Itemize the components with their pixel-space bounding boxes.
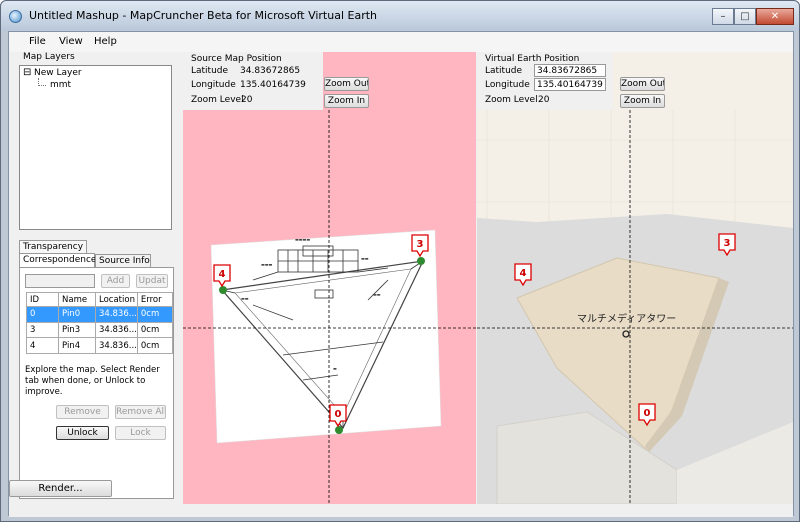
svg-text:0: 0 (335, 409, 342, 420)
svg-text:▬▬▬▬: ▬▬▬▬ (295, 237, 310, 242)
menu-file[interactable]: File (29, 36, 46, 47)
cell-location: 34.836... (95, 321, 138, 339)
cell-id: 0 (26, 306, 59, 323)
cell-error: 0cm (136, 321, 174, 339)
client-area: File View Help Map Layers ⊟ New Layer mm… (8, 31, 794, 517)
table-row[interactable]: 3 Pin3 34.836... 0cm (26, 321, 174, 339)
source-zoom-value: 20 (241, 95, 253, 105)
left-panel: Map Layers ⊟ New Layer mmt Transparency … (9, 52, 182, 517)
svg-text:▬▬: ▬▬ (361, 256, 369, 261)
source-position-title: Source Map Position (191, 54, 282, 64)
menu-help[interactable]: Help (94, 36, 117, 47)
virtual-earth-map-canvas[interactable]: マルチメディアタワー 4 3 0 (477, 110, 793, 504)
correspondence-table: ID Name Location Error 0 Pin0 34.836... … (26, 292, 174, 354)
status-bar (9, 504, 793, 517)
pin-name-input[interactable] (25, 274, 95, 288)
cell-id: 4 (26, 337, 59, 354)
map-layers-heading: Map Layers (23, 52, 75, 62)
cell-location: 34.836... (95, 337, 138, 354)
source-map-pane: Source Map Position Latitude 34.83672865… (183, 52, 476, 504)
svg-text:3: 3 (724, 238, 731, 249)
cell-name: Pin4 (58, 337, 96, 354)
scanned-plan-sheet: ▬▬▬▬▬▬▬▬▬ ▬▬▬▬▬ (210, 229, 442, 444)
add-button[interactable]: Add (101, 274, 130, 288)
layer-tree[interactable]: ⊟ New Layer mmt (19, 65, 172, 230)
source-zoom-in-button[interactable]: Zoom In (324, 94, 369, 108)
earth-longitude-label: Longitude (485, 80, 530, 90)
building-label: マルチメディアタワー (577, 312, 676, 325)
close-button[interactable]: ✕ (756, 8, 794, 25)
earth-longitude-input[interactable]: 135.40164739 (534, 78, 606, 91)
virtual-earth-pane: Virtual Earth Position Latitude 34.83672… (477, 52, 793, 504)
source-longitude-value: 135.40164739 (237, 78, 312, 91)
svg-text:▬▬: ▬▬ (373, 292, 381, 297)
earth-zoom-label: Zoom Level (485, 95, 538, 105)
svg-text:0: 0 (644, 408, 651, 419)
source-longitude-label: Longitude (191, 80, 236, 90)
source-position-panel: Source Map Position Latitude 34.83672865… (183, 52, 323, 110)
update-button[interactable]: Updat (136, 274, 168, 288)
render-button[interactable]: Render... (9, 480, 112, 497)
column-header-location[interactable]: Location (95, 292, 138, 307)
svg-text:4: 4 (219, 269, 226, 280)
svg-text:▬: ▬ (333, 366, 337, 371)
title-bar: Untitled Mashup - MapCruncher Beta for M… (1, 1, 799, 44)
earth-latitude-label: Latitude (485, 66, 523, 76)
earth-zoom-out-button[interactable]: Zoom Out (620, 77, 665, 91)
tab-source-info[interactable]: Source Info (95, 254, 151, 268)
remove-button[interactable]: Remove (56, 405, 109, 419)
unlock-button[interactable]: Unlock (56, 426, 109, 440)
app-icon (9, 10, 22, 23)
table-row[interactable]: 4 Pin4 34.836... 0cm (26, 337, 174, 354)
tab-correspondences[interactable]: Correspondences (19, 253, 101, 268)
maximize-button[interactable]: □ (734, 8, 756, 25)
svg-text:4: 4 (520, 268, 527, 279)
column-header-name[interactable]: Name (58, 292, 96, 307)
cell-error: 0cm (136, 306, 174, 323)
svg-text:▬▬▬: ▬▬▬ (261, 262, 273, 267)
source-zoom-out-button[interactable]: Zoom Out (324, 77, 369, 91)
source-latitude-label: Latitude (191, 66, 229, 76)
source-map-canvas[interactable]: ▬▬▬▬▬▬▬▬▬ ▬▬▬▬▬ 4 3 0 (183, 110, 476, 504)
earth-latitude-input[interactable]: 34.83672865 (534, 64, 606, 77)
cell-location: 34.836... (95, 306, 138, 323)
tree-expander-icon[interactable]: ⊟ (23, 67, 31, 78)
window-title: Untitled Mashup - MapCruncher Beta for M… (29, 9, 378, 22)
tree-connector (38, 78, 46, 86)
help-text: Explore the map. Select Render tab when … (25, 365, 160, 397)
cell-name: Pin0 (58, 306, 96, 323)
column-header-error[interactable]: Error (136, 292, 174, 307)
remove-all-button[interactable]: Remove All (115, 405, 166, 419)
cell-name: Pin3 (58, 321, 96, 339)
menu-bar: File View Help (9, 32, 793, 52)
earth-position-title: Virtual Earth Position (485, 54, 580, 64)
earth-zoom-in-button[interactable]: Zoom In (620, 94, 665, 108)
earth-position-panel: Virtual Earth Position Latitude 34.83672… (477, 52, 793, 110)
cell-error: 0cm (136, 337, 174, 354)
tree-node-new-layer[interactable]: New Layer (34, 68, 82, 78)
column-header-id[interactable]: ID (26, 292, 59, 307)
lock-button[interactable]: Lock (115, 426, 166, 440)
tree-node-mmt[interactable]: mmt (50, 80, 71, 90)
menu-view[interactable]: View (59, 36, 83, 47)
svg-text:3: 3 (417, 239, 424, 250)
source-latitude-value: 34.83672865 (237, 64, 312, 77)
tab-transparency[interactable]: Transparency (19, 240, 87, 253)
minimize-button[interactable]: – (712, 8, 734, 25)
svg-text:▬▬: ▬▬ (241, 296, 249, 301)
app-window: Untitled Mashup - MapCruncher Beta for M… (0, 0, 800, 522)
source-zoom-label: Zoom Level (191, 95, 244, 105)
earth-zoom-value: 20 (538, 95, 550, 105)
cell-id: 3 (26, 321, 59, 339)
table-row[interactable]: 0 Pin0 34.836... 0cm (26, 306, 174, 323)
